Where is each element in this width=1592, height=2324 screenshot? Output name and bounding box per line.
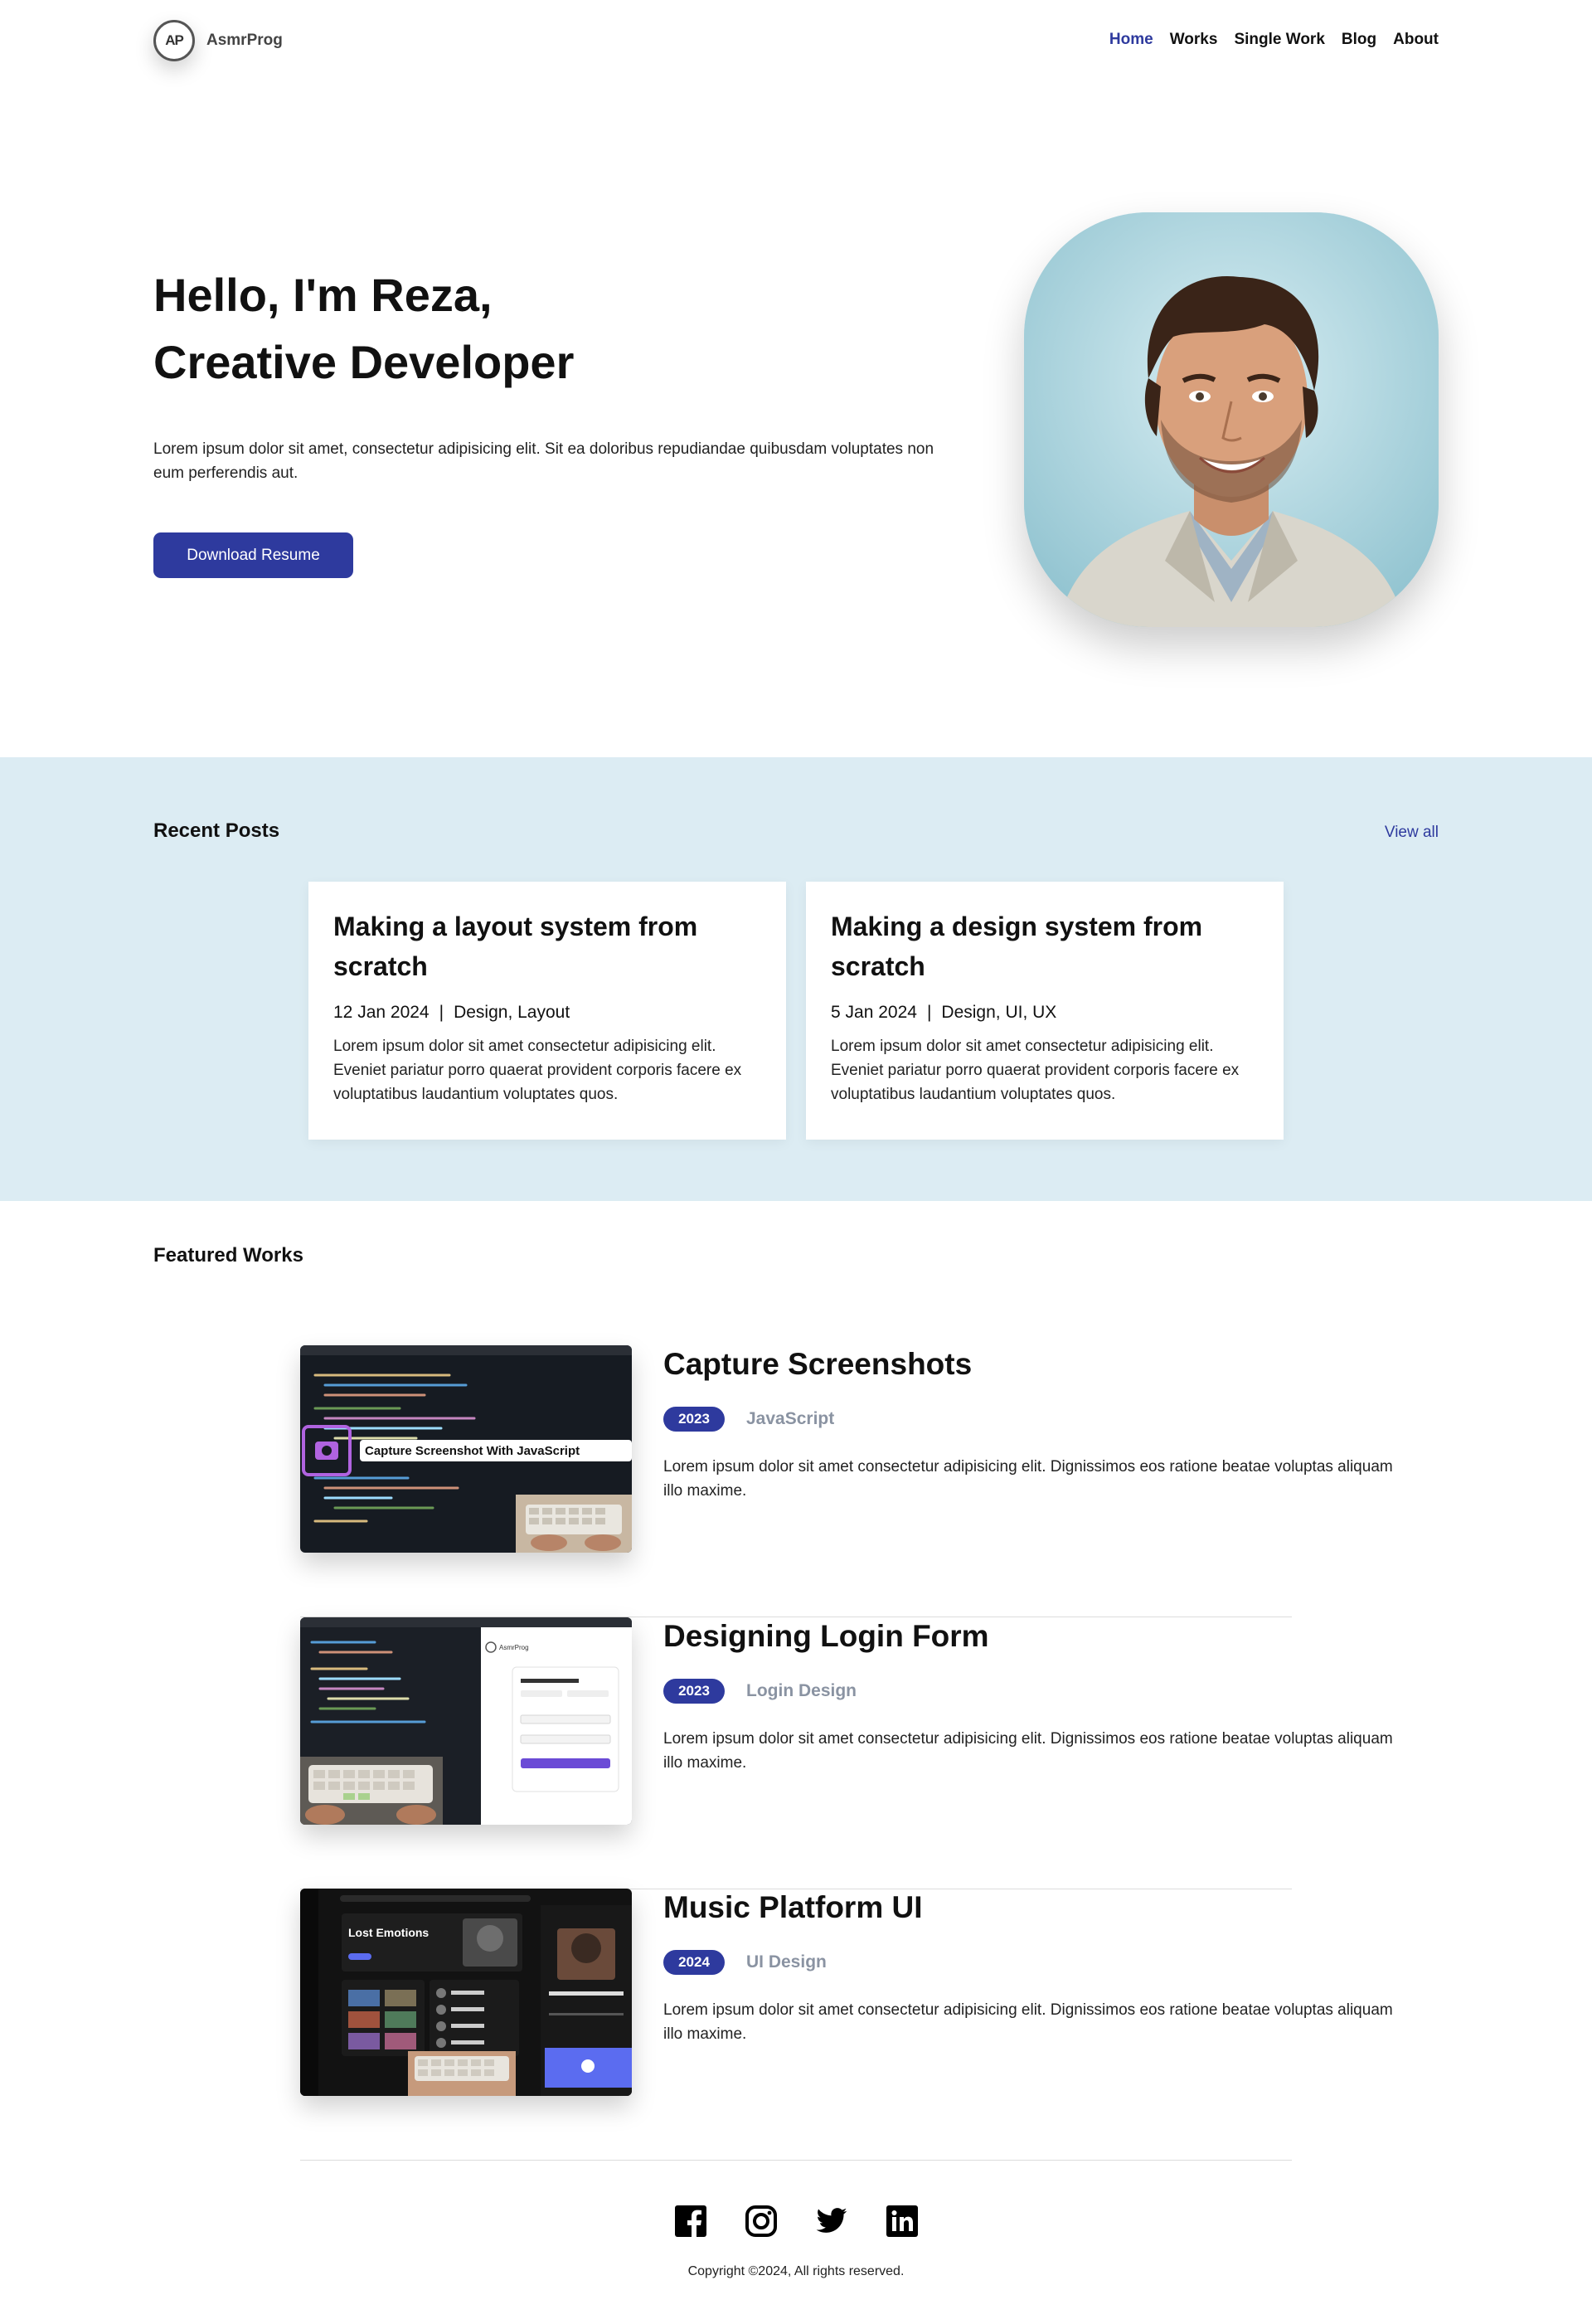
work-title[interactable]: Designing Login Form (663, 1619, 989, 1654)
work-tags: 2024 UI Design (663, 1950, 827, 1975)
post-meta: 12 Jan 2024 | Design, Layout (333, 1003, 761, 1023)
post-card[interactable]: Making a design system from scratch 5 Ja… (806, 882, 1284, 1140)
code-screenshot-illustration: Capture Screenshot With JavaScript (300, 1345, 632, 1553)
main-menu: Home Works Single Work Blog About (1109, 31, 1439, 49)
brand-name: AsmrProg (206, 32, 283, 49)
recent-posts-title: Recent Posts (153, 819, 280, 842)
linkedin-icon[interactable] (886, 2205, 919, 2238)
work-category: Login Design (746, 1681, 857, 1700)
work-category: UI Design (746, 1952, 827, 1972)
work-item: Lost Emotions Music Platform UI 2024 UI … (300, 1889, 1393, 2161)
view-all-link[interactable]: View all (1385, 824, 1439, 842)
work-year-badge: 2023 (663, 1407, 725, 1432)
profile-portrait (1024, 212, 1439, 627)
work-description: Lorem ipsum dolor sit amet consectetur a… (663, 1458, 1393, 1500)
work-description: Lorem ipsum dolor sit amet consectetur a… (663, 1730, 1393, 1772)
logo-link[interactable]: AP AsmrProg (153, 20, 283, 61)
work-title[interactable]: Capture Screenshots (663, 1347, 972, 1382)
post-date: 12 Jan 2024 (333, 1003, 430, 1022)
login-form-illustration: AsmrProg (300, 1617, 632, 1825)
featured-works-title: Featured Works (153, 1244, 303, 1267)
logo-mark: AP (153, 20, 195, 61)
instagram-icon[interactable] (745, 2205, 778, 2238)
post-meta-separator: | (926, 1003, 932, 1022)
post-date: 5 Jan 2024 (831, 1003, 917, 1022)
work-tags: 2023 Login Design (663, 1679, 857, 1704)
post-tags: Design, UI, UX (941, 1003, 1057, 1022)
work-tags: 2023 JavaScript (663, 1407, 834, 1432)
post-excerpt: Lorem ipsum dolor sit amet consectetur a… (333, 1038, 742, 1103)
social-links (0, 2205, 1592, 2238)
work-title[interactable]: Music Platform UI (663, 1890, 923, 1925)
nav-blog[interactable]: Blog (1342, 31, 1376, 49)
work-thumbnail[interactable]: Lost Emotions (300, 1889, 632, 2096)
post-tags: Design, Layout (454, 1003, 570, 1022)
post-excerpt: Lorem ipsum dolor sit amet consectetur a… (831, 1038, 1240, 1103)
post-card[interactable]: Making a layout system from scratch 12 J… (308, 882, 786, 1140)
thumb-caption: AsmrProg (499, 1644, 529, 1651)
download-resume-button[interactable]: Download Resume (153, 532, 353, 578)
nav-about[interactable]: About (1393, 31, 1439, 49)
top-navigation: AP AsmrProg Home Works Single Work Blog … (0, 0, 1592, 83)
facebook-icon[interactable] (674, 2205, 707, 2238)
work-description: Lorem ipsum dolor sit amet consectetur a… (663, 2001, 1393, 2043)
portrait-illustration (1024, 212, 1439, 627)
work-year-badge: 2023 (663, 1679, 725, 1704)
post-title[interactable]: Making a layout system from scratch (333, 907, 761, 986)
nav-works[interactable]: Works (1170, 31, 1218, 49)
nav-home[interactable]: Home (1109, 31, 1153, 49)
work-thumbnail[interactable]: Capture Screenshot With JavaScript (300, 1345, 632, 1553)
work-category: JavaScript (746, 1409, 835, 1428)
thumb-caption: Lost Emotions (348, 1926, 429, 1939)
work-item: AsmrProg Designing Login Form 2023 Login… (300, 1617, 1393, 1889)
post-meta: 5 Jan 2024 | Design, UI, UX (831, 1003, 1259, 1023)
music-ui-illustration: Lost Emotions (300, 1889, 632, 2096)
hero-heading: Hello, I'm Reza, Creative Developer (153, 261, 574, 396)
hero-description: Lorem ipsum dolor sit amet, consectetur … (153, 440, 934, 482)
post-meta-separator: | (439, 1003, 444, 1022)
work-item: Capture Screenshot With JavaScript Captu… (300, 1345, 1393, 1617)
twitter-icon[interactable] (815, 2205, 848, 2238)
thumb-caption: Capture Screenshot With JavaScript (365, 1444, 580, 1458)
work-year-badge: 2024 (663, 1950, 725, 1975)
copyright-text: Copyright ©2024, All rights reserved. (687, 2264, 905, 2278)
hero-heading-line2: Creative Developer (153, 336, 575, 388)
post-title[interactable]: Making a design system from scratch (831, 907, 1259, 986)
hero-heading-line1: Hello, I'm Reza, (153, 269, 493, 321)
nav-single-work[interactable]: Single Work (1234, 31, 1324, 49)
work-thumbnail[interactable]: AsmrProg (300, 1617, 632, 1825)
